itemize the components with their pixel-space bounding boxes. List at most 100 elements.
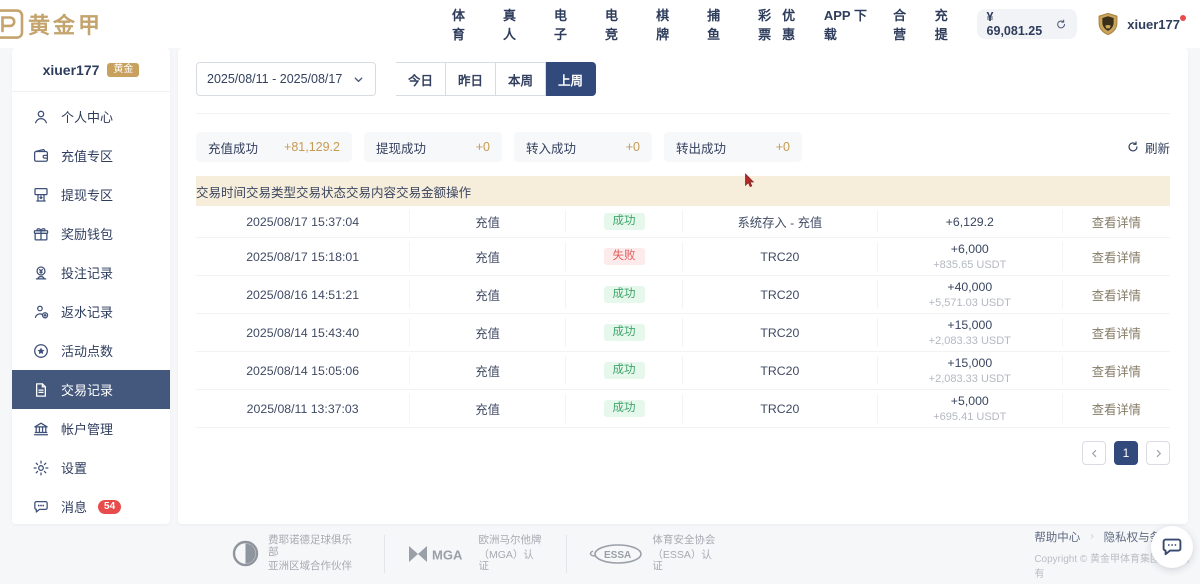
cell-time: 2025/08/14 15:43:40	[196, 318, 410, 347]
page-footer: 费耶诺德足球俱乐部 亚洲区域合作伙伴 MGA 欧洲马尔他牌 （MGA）认证 ES…	[0, 524, 1200, 584]
next-page-button[interactable]	[1146, 441, 1170, 465]
status-badge: 成功	[604, 324, 645, 342]
balance-pill[interactable]: ¥ 69,081.25	[977, 9, 1078, 39]
amount-usdt: +695.41 USDT	[878, 411, 1062, 423]
refresh-balance-icon[interactable]	[1055, 18, 1067, 31]
sidebar-item-label: 投注记录	[61, 263, 113, 282]
help-center-link[interactable]: 帮助中心	[1034, 529, 1080, 545]
header-link[interactable]: 充提	[935, 5, 959, 43]
brand-emblem-icon	[0, 8, 24, 40]
sidebar-item[interactable]: 投注记录	[12, 253, 170, 292]
sidebar-item[interactable]: 活动点数	[12, 331, 170, 370]
prev-page-button[interactable]	[1082, 441, 1106, 465]
sidebar-item-label: 活动点数	[61, 341, 113, 360]
cell-time: 2025/08/16 14:51:21	[196, 280, 410, 309]
sidebar-item[interactable]: 奖励钱包	[12, 214, 170, 253]
amount-primary: +5,000	[878, 394, 1062, 408]
amount-primary: +15,000	[878, 356, 1062, 370]
chevron-down-icon	[352, 73, 365, 86]
status-badge: 成功	[604, 213, 645, 231]
quick-date-button[interactable]: 昨日	[446, 62, 496, 96]
vip-level-badge: 黄金	[107, 63, 139, 77]
sidebar-item[interactable]: 设置	[12, 448, 170, 487]
table-body: 2025/08/17 15:37:04 充值 成功 系统存入 - 充值 +6,1…	[196, 206, 1170, 428]
view-details-link[interactable]: 查看详情	[1092, 362, 1141, 380]
amount-usdt: +2,083.33 USDT	[878, 335, 1062, 347]
view-details-link[interactable]: 查看详情	[1092, 248, 1141, 266]
summary-value: +81,129.2	[284, 140, 340, 154]
sidebar-item-label: 提现专区	[61, 185, 113, 204]
sidebar-item[interactable]: 充值专区	[12, 136, 170, 175]
transactions-table: 交易时间交易类型交易状态交易内容交易金额操作 2025/08/17 15:37:…	[196, 176, 1170, 428]
sidebar-item[interactable]: 返水记录	[12, 292, 170, 331]
nav-item[interactable]: 彩票	[758, 5, 782, 43]
cell-content: TRC20	[683, 318, 878, 347]
cell-time: 2025/08/17 15:37:04	[196, 210, 410, 233]
transactions-panel: 2025/08/11 - 2025/08/17 今日昨日本周上周 充值成功 +8…	[178, 48, 1188, 524]
view-details-link[interactable]: 查看详情	[1092, 400, 1141, 418]
nav-item[interactable]: 电竞	[605, 5, 629, 43]
sidebar-item[interactable]: 提现专区	[12, 175, 170, 214]
star-icon	[32, 342, 50, 360]
header-link[interactable]: 优惠	[782, 5, 806, 43]
sidebar-item[interactable]: 个人中心	[12, 97, 170, 136]
cell-content: 系统存入 - 充值	[683, 210, 878, 233]
brand-logo[interactable]: 黄金甲	[0, 8, 142, 40]
header-right: 优惠 APP 下载合营充提 ¥ 69,081.25 xiuer177	[782, 5, 1186, 43]
table-row: 2025/08/11 13:37:03 充值 成功 TRC20 +5,000 +…	[196, 390, 1170, 428]
cell-action: 查看详情	[1063, 356, 1170, 385]
top-header: 黄金甲 体育真人电子电竞棋牌捕鱼彩票 优惠 APP 下载合营充提 ¥ 69,081…	[0, 0, 1200, 48]
user-menu[interactable]: xiuer177	[1095, 11, 1186, 37]
cell-amount: +5,000 +695.41 USDT	[878, 394, 1063, 423]
amount-primary: +6,129.2	[878, 215, 1062, 229]
brand-name: 黄金甲	[28, 8, 103, 40]
header-link[interactable]: APP 下载	[824, 5, 875, 43]
cell-type: 充值	[410, 394, 566, 423]
partner-badge: MGA 欧洲马尔他牌 （MGA）认证	[384, 535, 566, 573]
document-icon	[32, 381, 50, 399]
sidebar-item-label: 交易记录	[61, 380, 113, 399]
partner-line2: （ESSA）认证	[652, 550, 722, 573]
nav-item[interactable]: 捕鱼	[707, 5, 731, 43]
sidebar-item-label: 奖励钱包	[61, 224, 113, 243]
view-details-link[interactable]: 查看详情	[1092, 324, 1141, 342]
header-quick-links: 优惠 APP 下载合营充提	[782, 5, 958, 43]
sidebar-item[interactable]: 交易记录	[12, 370, 170, 409]
cell-status: 成功	[566, 280, 683, 309]
nav-item[interactable]: 体育	[452, 5, 476, 43]
page-number-button[interactable]: 1	[1114, 441, 1138, 465]
nav-item[interactable]: 真人	[503, 5, 527, 43]
nav-item[interactable]: 棋牌	[656, 5, 680, 43]
svg-text:ESSA: ESSA	[604, 550, 631, 561]
date-range-value: 2025/08/11 - 2025/08/17	[207, 72, 342, 86]
cell-amount: +15,000 +2,083.33 USDT	[878, 318, 1063, 347]
summary-label: 提现成功	[376, 138, 426, 157]
refresh-icon	[1126, 140, 1140, 154]
date-range-select[interactable]: 2025/08/11 - 2025/08/17	[196, 62, 376, 96]
view-details-link[interactable]: 查看详情	[1092, 213, 1141, 231]
cell-type: 充值	[410, 356, 566, 385]
bank-icon	[32, 420, 50, 438]
summary-chip: 充值成功 +81,129.2	[196, 132, 352, 162]
quick-date-button[interactable]: 本周	[496, 62, 546, 96]
sidebar-item[interactable]: 消息 54	[12, 487, 170, 524]
cell-type: 充值	[410, 242, 566, 271]
nav-item[interactable]: 电子	[554, 5, 578, 43]
cell-action: 查看详情	[1063, 394, 1170, 423]
customer-service-button[interactable]	[1151, 526, 1193, 568]
table-row: 2025/08/14 15:05:06 充值 成功 TRC20 +15,000 …	[196, 352, 1170, 390]
cell-time: 2025/08/14 15:05:06	[196, 356, 410, 385]
header-link[interactable]: 合营	[893, 5, 917, 43]
sidebar-item-label: 返水记录	[61, 302, 113, 321]
quick-date-button[interactable]: 今日	[396, 62, 446, 96]
quick-date-button[interactable]: 上周	[546, 62, 596, 96]
amount-usdt: +5,571.03 USDT	[878, 297, 1062, 309]
refresh-button[interactable]: 刷新	[1126, 138, 1170, 157]
withdraw-icon	[32, 186, 50, 204]
summary-value: +0	[476, 140, 490, 154]
filter-bar: 2025/08/11 - 2025/08/17 今日昨日本周上周	[196, 62, 1170, 114]
chevron-left-icon	[1089, 448, 1100, 459]
sidebar-item[interactable]: 帐户管理	[12, 409, 170, 448]
status-badge: 成功	[604, 286, 645, 304]
view-details-link[interactable]: 查看详情	[1092, 286, 1141, 304]
